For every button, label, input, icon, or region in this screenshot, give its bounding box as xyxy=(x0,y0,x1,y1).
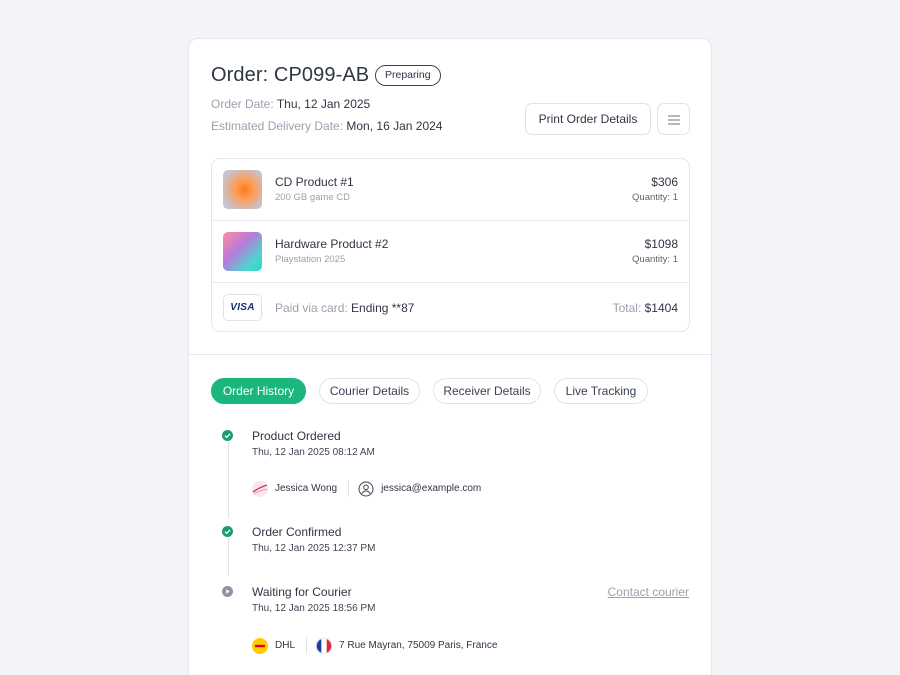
tab-receiver-details[interactable]: Receiver Details xyxy=(433,378,541,404)
list-item: CD Product #1 200 GB game CD $306 Quanti… xyxy=(212,159,689,221)
avatar xyxy=(252,480,268,497)
product-image xyxy=(223,232,262,271)
tab-live-tracking[interactable]: Live Tracking xyxy=(554,378,648,404)
check-icon xyxy=(222,526,233,537)
event-title: Order Confirmed xyxy=(252,525,342,539)
event-time: Thu, 12 Jan 2025 18:56 PM xyxy=(252,603,376,614)
order-date: Order Date: Thu, 12 Jan 2025 xyxy=(211,97,371,111)
page-title: Order: CP099-AB xyxy=(211,64,370,86)
product-price: $306 xyxy=(651,175,678,189)
event-time: Thu, 12 Jan 2025 08:12 AM xyxy=(252,447,375,458)
person-name: Jessica Wong xyxy=(275,483,338,494)
payment-method: Paid via card: Ending **87 xyxy=(275,301,415,315)
print-order-details-button[interactable]: Print Order Details xyxy=(525,103,651,135)
divider xyxy=(189,354,711,355)
tab-courier-details[interactable]: Courier Details xyxy=(319,378,420,404)
order-items: CD Product #1 200 GB game CD $306 Quanti… xyxy=(211,158,690,332)
event-title: Waiting for Courier xyxy=(252,585,352,599)
payment-row: VISA Paid via card: Ending **87 Total: $… xyxy=(212,283,689,333)
event-title: Product Ordered xyxy=(252,429,341,443)
menu-button[interactable] xyxy=(657,103,690,135)
france-flag-icon xyxy=(316,637,333,654)
timeline-line xyxy=(227,538,229,576)
courier-name: DHL xyxy=(275,640,296,651)
check-icon xyxy=(222,430,233,441)
product-name: CD Product #1 xyxy=(275,175,354,189)
visa-icon: VISA xyxy=(223,294,262,321)
product-price: $1098 xyxy=(644,237,678,251)
courier-address: 7 Rue Mayran, 75009 Paris, France xyxy=(339,640,498,651)
order-total: Total: $1404 xyxy=(612,301,678,315)
play-icon xyxy=(222,586,233,597)
event-time: Thu, 12 Jan 2025 12:37 PM xyxy=(252,543,376,554)
status-badge: Preparing xyxy=(375,65,441,86)
event-courier: DHL 7 Rue Mayran, 75009 Paris, France xyxy=(252,637,497,654)
product-description: Playstation 2025 xyxy=(275,254,346,265)
tab-order-history[interactable]: Order History xyxy=(211,378,306,404)
menu-icon xyxy=(668,115,680,125)
order-card: Order: CP099-AB Preparing Order Date: Th… xyxy=(188,38,712,675)
user-icon xyxy=(358,481,374,496)
product-image xyxy=(223,170,262,209)
list-item: Hardware Product #2 Playstation 2025 $10… xyxy=(212,221,689,283)
timeline-line xyxy=(227,442,229,518)
product-name: Hardware Product #2 xyxy=(275,237,389,251)
estimated-delivery-date: Estimated Delivery Date: Mon, 16 Jan 202… xyxy=(211,119,443,133)
person-email[interactable]: jessica@example.com xyxy=(381,483,481,494)
event-person: Jessica Wong jessica@example.com xyxy=(252,480,481,497)
product-description: 200 GB game CD xyxy=(275,192,350,203)
product-quantity: Quantity: 1 xyxy=(632,192,678,203)
contact-courier-link[interactable]: Contact courier xyxy=(608,585,689,599)
product-quantity: Quantity: 1 xyxy=(632,254,678,265)
dhl-icon xyxy=(252,637,268,654)
